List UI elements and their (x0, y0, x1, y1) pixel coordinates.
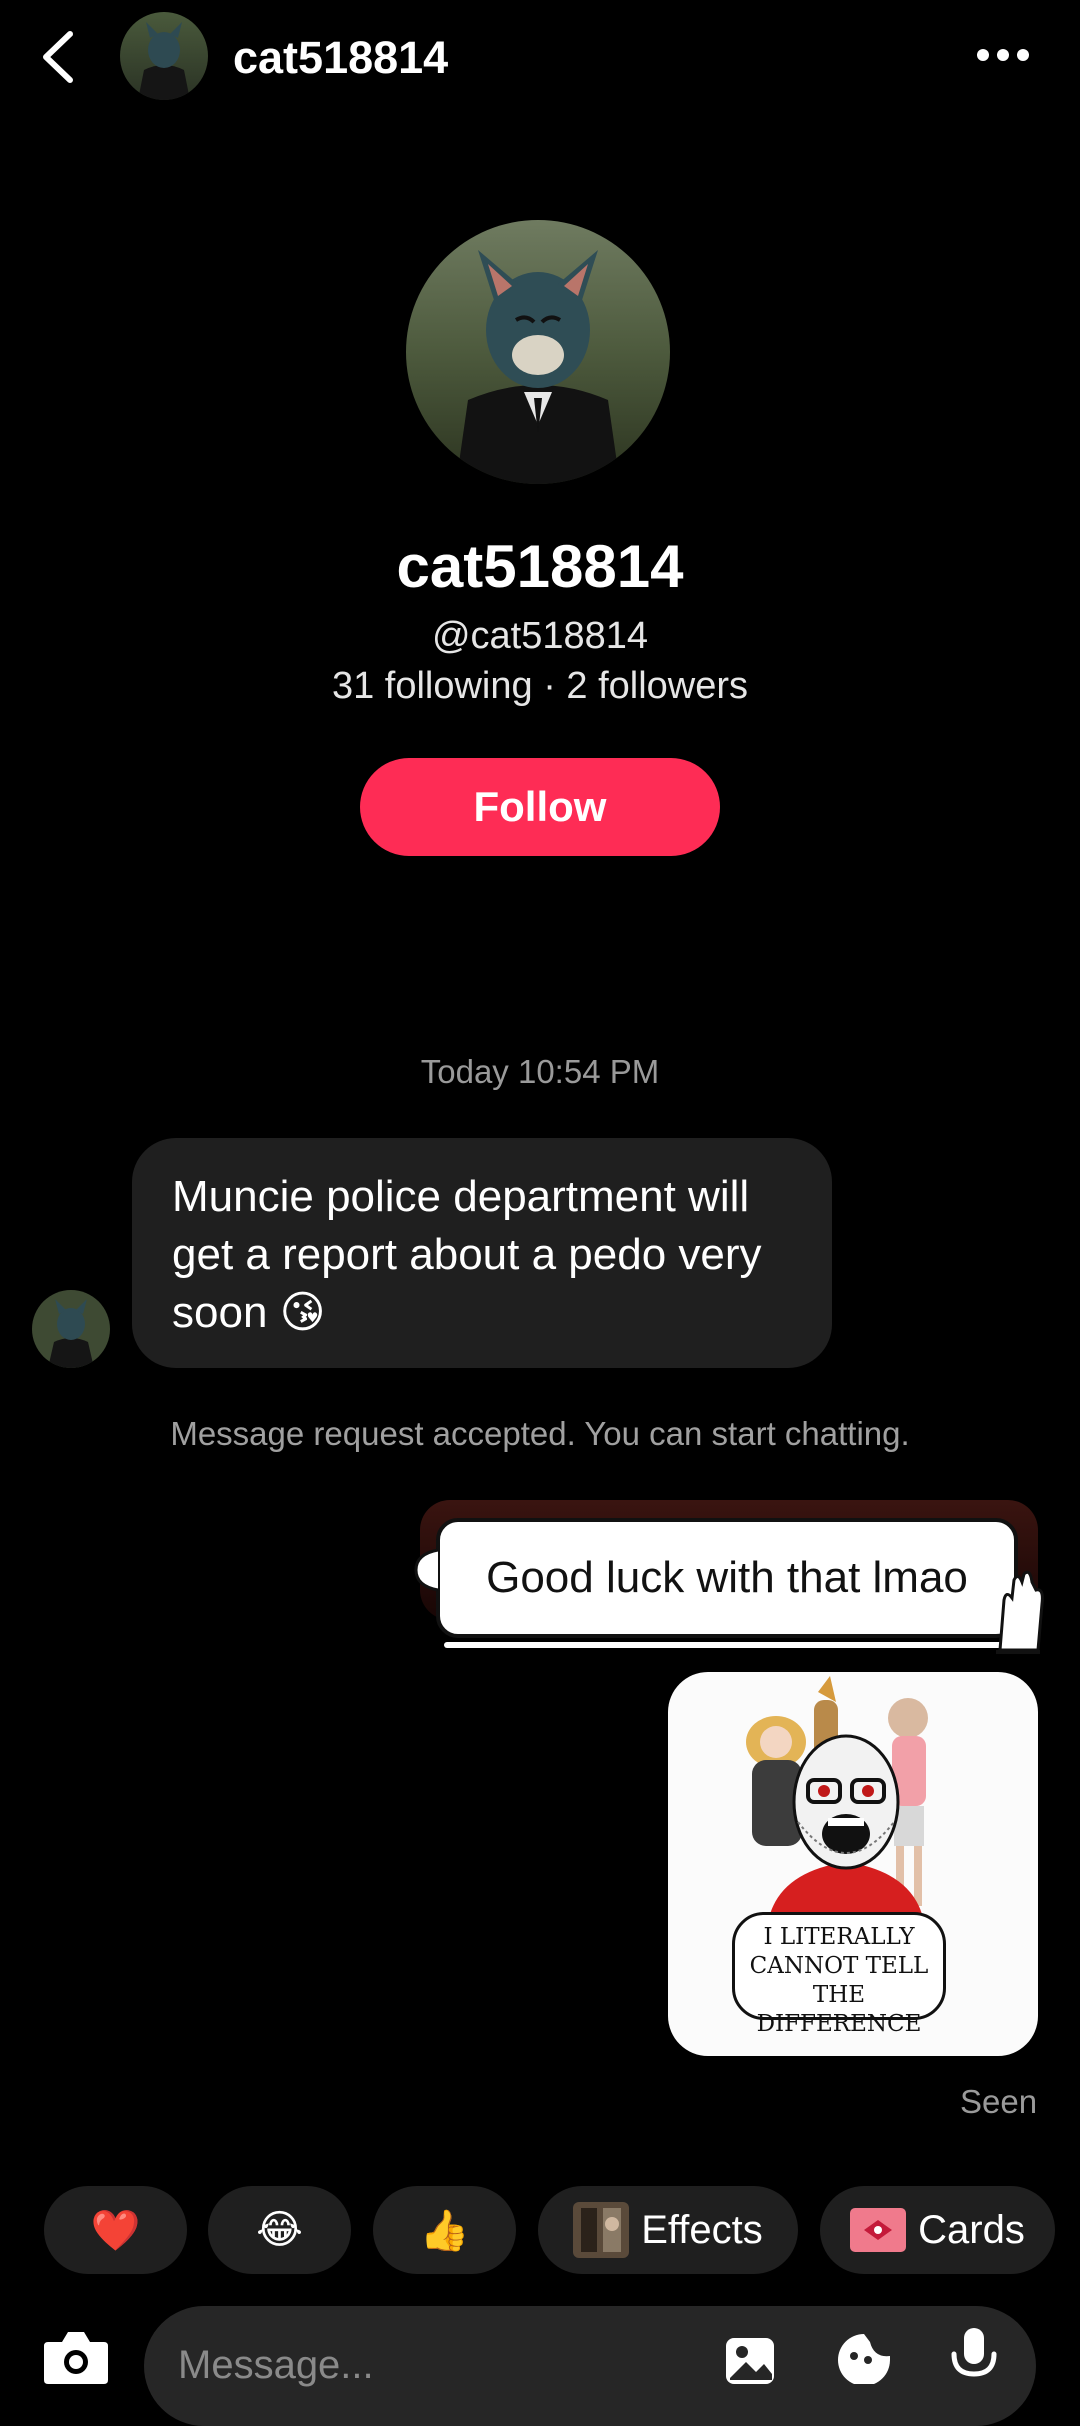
profile-avatar[interactable] (406, 220, 670, 484)
microphone-button[interactable] (944, 2326, 1004, 2384)
cartoon-hand-icon (414, 1548, 439, 1592)
meme-image-message[interactable]: I LITERALLY CANNOT TELL THE DIFFERENCE (668, 1672, 1038, 2056)
gift-card-icon (850, 2208, 907, 2252)
bubble-underline (444, 1642, 1020, 1648)
message-placeholder: Message... (178, 2343, 374, 2387)
microphone-icon (951, 2328, 997, 2377)
cards-button[interactable]: Cards (820, 2186, 1055, 2274)
outgoing-message[interactable]: Good luck with that lmao (408, 1500, 1048, 1660)
cards-label: Cards (918, 2207, 1025, 2252)
sticker-smiley-icon (838, 2334, 890, 2386)
outgoing-message-bubble: Good luck with that lmao (436, 1518, 1018, 1638)
camera-button[interactable] (40, 2326, 112, 2384)
follow-button[interactable]: Follow (360, 758, 720, 856)
waving-hand-icon (996, 1570, 1044, 1654)
quick-reaction-thumbs-up[interactable]: 👍 (373, 2186, 516, 2274)
chevron-left-icon (43, 31, 73, 83)
image-icon (726, 2338, 774, 2384)
incoming-message-bubble[interactable]: Muncie police department will get a repo… (132, 1138, 832, 1368)
gallery-button[interactable] (724, 2332, 784, 2384)
camera-icon (44, 2332, 108, 2384)
thumbs-up-emoji-icon: 👍 (419, 2208, 470, 2253)
profile-display-name: cat518814 (396, 533, 684, 600)
effects-button[interactable]: Effects (538, 2186, 798, 2274)
sticker-button[interactable] (834, 2330, 894, 2386)
effects-thumbnail-icon (573, 2202, 630, 2258)
seen-status: Seen (960, 2083, 1038, 2120)
laughing-emoji-icon: 😂 (256, 2208, 303, 2252)
heart-emoji-icon: ❤️ (90, 2208, 141, 2253)
profile-stats: 31 following · 2 followers (331, 665, 749, 707)
quick-reaction-laugh[interactable]: 😂 (208, 2186, 351, 2274)
more-horizontal-icon (977, 49, 1029, 61)
message-request-note: Message request accepted. You can start … (170, 1415, 910, 1452)
more-options-button[interactable] (965, 35, 1045, 75)
chat-timestamp: Today 10:54 PM (420, 1053, 660, 1090)
meme-caption: I LITERALLY CANNOT TELL THE DIFFERENCE (732, 1912, 946, 2037)
header-avatar[interactable] (120, 12, 208, 100)
effects-label: Effects (641, 2207, 763, 2252)
back-button[interactable] (30, 22, 90, 92)
sender-avatar[interactable] (32, 1290, 110, 1368)
quick-reaction-heart[interactable]: ❤️ (44, 2186, 187, 2274)
header-username[interactable]: cat518814 (233, 28, 448, 88)
profile-handle: @cat518814 (431, 615, 649, 657)
